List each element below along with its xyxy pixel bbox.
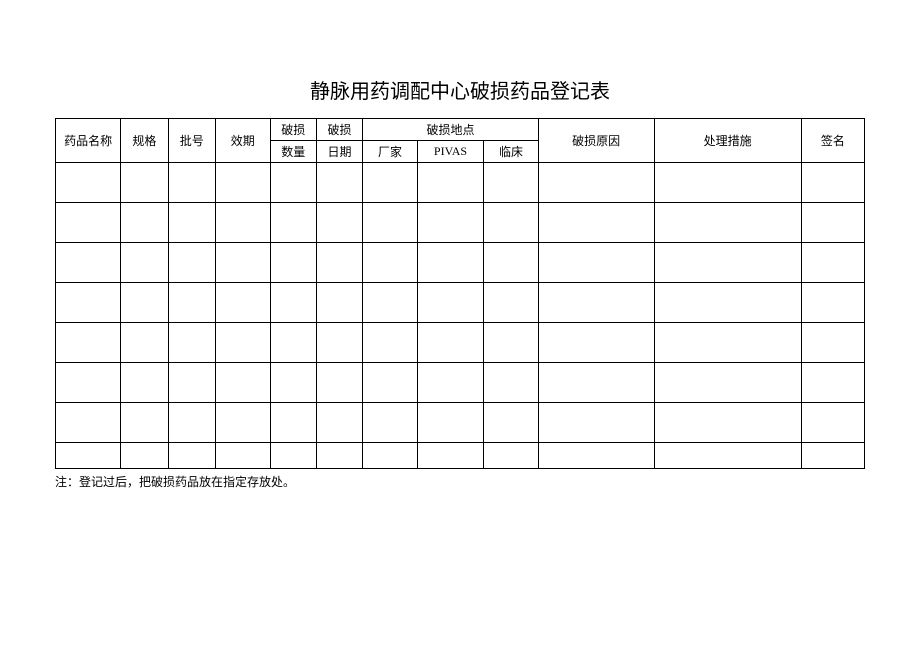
footnote: 注：登记过后，把破损药品放在指定存放处。 <box>55 473 865 490</box>
header-spec: 规格 <box>121 119 168 163</box>
table-row <box>56 203 865 243</box>
header-damage-qty-2: 数量 <box>270 141 316 163</box>
table-row <box>56 243 865 283</box>
header-reason: 破损原因 <box>538 119 654 163</box>
header-damage-qty-1: 破损 <box>270 119 316 141</box>
header-expiry: 效期 <box>215 119 270 163</box>
header-damage-date-2: 日期 <box>316 141 362 163</box>
header-action: 处理措施 <box>654 119 801 163</box>
table-row <box>56 403 865 443</box>
page-title: 静脉用药调配中心破损药品登记表 <box>55 75 865 104</box>
damage-register-table: 药品名称 规格 批号 效期 破损 破损 破损地点 破损原因 处理措施 签名 数量… <box>55 118 865 469</box>
table-row <box>56 443 865 469</box>
header-damage-date-1: 破损 <box>316 119 362 141</box>
header-signature: 签名 <box>801 119 864 163</box>
header-drug-name: 药品名称 <box>56 119 121 163</box>
header-batch: 批号 <box>168 119 215 163</box>
table-row <box>56 283 865 323</box>
table-row <box>56 163 865 203</box>
header-location: 破损地点 <box>363 119 539 141</box>
table-row <box>56 323 865 363</box>
header-loc-factory: 厂家 <box>363 141 418 163</box>
header-loc-clinical: 临床 <box>484 141 539 163</box>
table-row <box>56 363 865 403</box>
header-loc-pivas: PIVAS <box>417 141 483 163</box>
